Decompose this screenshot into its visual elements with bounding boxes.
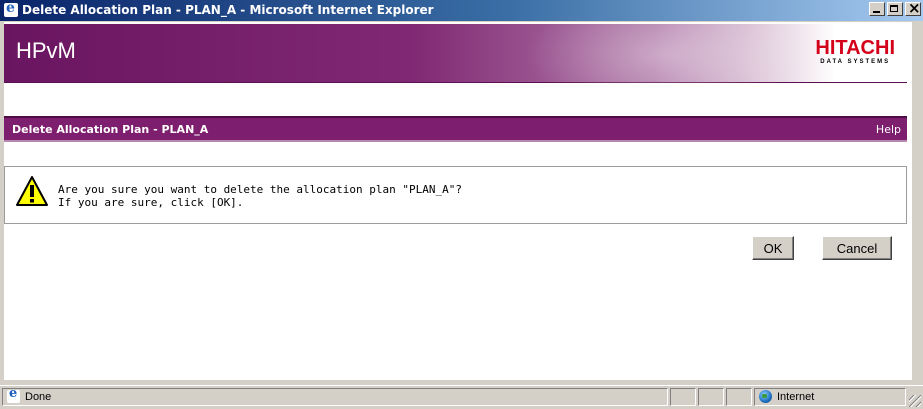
logo-sub-text: DATA SYSTEMS — [820, 59, 891, 65]
window-title: Delete Allocation Plan - PLAN_A - Micros… — [22, 3, 434, 17]
status-cell — [726, 388, 752, 406]
security-zone: Internet — [754, 388, 906, 406]
minimize-button[interactable] — [869, 2, 885, 16]
globe-icon — [759, 390, 772, 403]
status-cell — [698, 388, 724, 406]
message-line-1: Are you sure you want to delete the allo… — [58, 183, 462, 196]
status-text: Done — [25, 391, 52, 403]
warning-icon — [16, 176, 48, 206]
help-link[interactable]: Help — [876, 123, 901, 136]
app-banner: HPvM HITACHI DATA SYSTEMS — [4, 22, 907, 114]
ie-icon — [4, 0, 18, 17]
status-cell — [670, 388, 696, 406]
app-name: HPvM — [16, 38, 76, 63]
maximize-button[interactable] — [887, 2, 903, 16]
page-header-bar: Delete Allocation Plan - PLAN_A Help — [4, 116, 907, 142]
status-bar: Done Internet — [0, 385, 923, 409]
ok-button[interactable]: OK — [752, 236, 794, 260]
browser-content: HPvM HITACHI DATA SYSTEMS Delete Allocat… — [4, 22, 919, 380]
logo-main-text: HITACHI — [815, 37, 895, 59]
hitachi-logo: HITACHI DATA SYSTEMS — [815, 38, 895, 66]
zone-text: Internet — [777, 391, 815, 403]
window-controls — [869, 0, 921, 17]
page-title: Delete Allocation Plan - PLAN_A — [12, 123, 209, 136]
message-line-2: If you are sure, click [OK]. — [58, 196, 244, 209]
confirmation-message-box: Are you sure you want to delete the allo… — [4, 166, 907, 224]
status-panel: Done — [2, 386, 668, 406]
resize-grip-icon[interactable] — [909, 395, 921, 407]
close-button[interactable] — [905, 0, 921, 17]
vertical-scrollbar[interactable] — [911, 22, 919, 380]
ie-page-icon — [7, 386, 20, 403]
window-title-bar[interactable]: Delete Allocation Plan - PLAN_A - Micros… — [0, 0, 923, 21]
cancel-button[interactable]: Cancel — [822, 236, 892, 260]
